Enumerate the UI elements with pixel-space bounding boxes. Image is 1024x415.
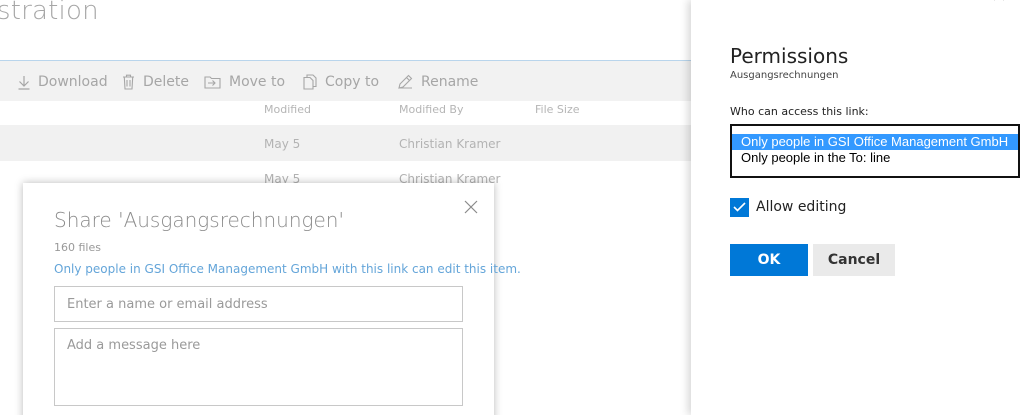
close-icon[interactable] [992,0,1008,6]
message-input[interactable] [54,328,463,406]
share-title: Share 'Ausgangsrechnungen' [54,208,344,232]
panel-title: Permissions [730,44,849,68]
table-row[interactable]: May 5 Christian Kramer [0,125,691,161]
access-label: Who can access this link: [730,105,869,118]
rename-label: Rename [421,74,479,90]
checkmark-icon [733,202,746,212]
move-to-label: Move to [229,74,286,90]
move-to-command[interactable]: Move to [204,72,285,92]
download-icon [18,75,30,90]
name-or-email-input[interactable] [54,286,463,322]
file-count: 160 files [54,241,101,254]
link-settings-link[interactable]: Only people in GSI Office Management Gmb… [54,262,521,276]
copy-to-label: Copy to [325,74,380,90]
option-to-line[interactable]: Only people in the To: line [732,150,1018,166]
command-bar: Download Delete Move to Copy to Rename [0,61,691,101]
download-command[interactable]: Download [18,72,108,92]
download-label: Download [38,74,108,90]
delete-command[interactable]: Delete [122,72,189,92]
access-listbox[interactable]: Only people in GSI Office Management Gmb… [730,124,1020,178]
allow-editing-checkbox[interactable]: Allow editing [730,197,846,217]
option-organization[interactable]: Only people in GSI Office Management Gmb… [732,134,1018,150]
panel-subtitle: Ausgangsrechnungen [730,70,839,81]
move-icon [204,76,221,89]
modified-by-cell: Christian Kramer [399,137,501,151]
modified-cell: May 5 [264,137,301,151]
ok-button[interactable]: OK [730,244,808,276]
allow-editing-label: Allow editing [756,199,847,215]
pencil-icon [398,74,413,89]
column-header-file-size[interactable]: File Size [535,103,579,116]
close-icon[interactable] [462,198,480,216]
column-header-modified[interactable]: Modified [264,103,311,116]
column-header-modified-by[interactable]: Modified By [399,103,464,116]
share-dialog: Share 'Ausgangsrechnungen' 160 files Onl… [23,183,521,415]
checkbox-checked[interactable] [730,197,749,217]
rename-command[interactable]: Rename [397,72,478,92]
copy-icon [303,74,317,90]
page-title: stration [0,0,99,26]
delete-label: Delete [143,74,189,90]
copy-to-command[interactable]: Copy to [303,72,379,92]
trash-icon [123,74,134,90]
permissions-panel: Permissions Ausgangsrechnungen Who can a… [691,0,1024,415]
cancel-button[interactable]: Cancel [813,244,895,276]
